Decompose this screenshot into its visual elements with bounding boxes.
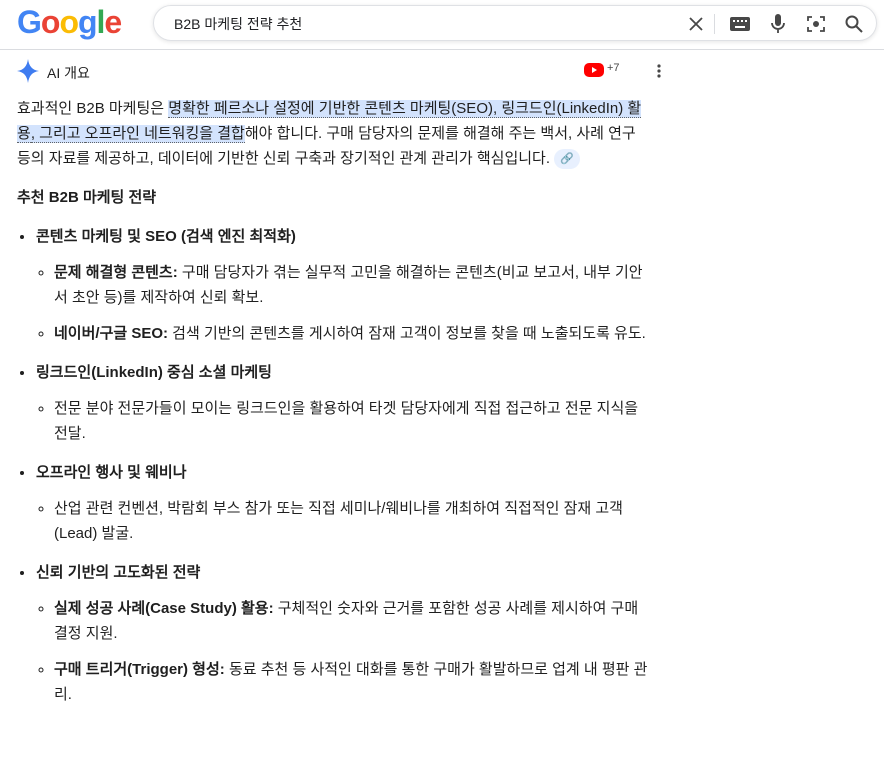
lens-icon[interactable]	[804, 12, 828, 36]
logo-letter: o	[40, 4, 61, 40]
sources-count[interactable]: +7	[607, 62, 620, 74]
microphone-icon[interactable]	[766, 12, 790, 36]
item-label: 실제 성공 사례(Case Study) 활용:	[54, 600, 274, 617]
google-logo[interactable]: Google	[17, 4, 122, 41]
search-input[interactable]	[174, 13, 674, 35]
strategy-title: 링크드인(LinkedIn) 중심 소셜 마케팅	[36, 364, 272, 381]
ai-overview-title: AI 개요	[47, 65, 90, 81]
section-heading: 추천 B2B 마케팅 전략	[17, 189, 157, 206]
strategy-item: 링크드인(LinkedIn) 중심 소셜 마케팅 전문 분야 전문가들이 모이는…	[35, 360, 653, 446]
item-text: 검색 기반의 콘텐츠를 게시하여 잠재 고객이 정보를 찾을 때 노출되도록 유…	[168, 325, 646, 342]
logo-letter: o	[59, 4, 79, 40]
list-item: 구매 트리거(Trigger) 형성: 동료 추천 등 사적인 대화를 통한 구…	[54, 657, 653, 707]
ai-overview-header: AI 개요 +7	[17, 58, 667, 84]
strategy-title: 오프라인 행사 및 웨비나	[36, 464, 187, 481]
header: Google	[0, 0, 884, 50]
keyboard-icon[interactable]	[728, 12, 752, 36]
ai-overview-content: 효과적인 B2B 마케팅은 명확한 페르소나 설정에 기반한 콘텐츠 마케팅(S…	[17, 96, 653, 707]
strategy-title: 신뢰 기반의 고도화된 전략	[36, 564, 201, 581]
list-item: 전문 분야 전문가들이 모이는 링크드인을 활용하여 타겟 담당자에게 직접 접…	[54, 396, 653, 446]
list-item: 실제 성공 사례(Case Study) 활용: 구체적인 숫자와 근거를 포함…	[54, 596, 653, 646]
strategy-item: 오프라인 행사 및 웨비나 산업 관련 컨벤션, 박람회 부스 참가 또는 직접…	[35, 460, 653, 546]
logo-letter: e	[104, 4, 122, 40]
strategy-item: 신뢰 기반의 고도화된 전략 실제 성공 사례(Case Study) 활용: …	[35, 560, 653, 707]
divider	[714, 14, 715, 34]
highlight[interactable]: 명확한 페르소나 설정에 기반한	[168, 100, 365, 118]
summary-text: 효과적인 B2B 마케팅은	[17, 100, 169, 117]
list-item: 산업 관련 컨벤션, 박람회 부스 참가 또는 직접 세미나/웨비나를 개최하여…	[54, 496, 653, 546]
gemini-sparkle-icon	[17, 59, 39, 83]
item-label: 문제 해결형 콘텐츠:	[54, 264, 178, 281]
search-icon[interactable]	[842, 12, 866, 36]
strategy-item: 콘텐츠 마케팅 및 SEO (검색 엔진 최적화) 문제 해결형 콘텐츠: 구매…	[35, 224, 653, 346]
item-label: 네이버/구글 SEO:	[54, 325, 169, 342]
summary-paragraph: 효과적인 B2B 마케팅은 명확한 페르소나 설정에 기반한 콘텐츠 마케팅(S…	[17, 96, 653, 171]
highlight[interactable]: , 그리고	[30, 125, 85, 143]
more-options-icon[interactable]	[653, 60, 665, 82]
search-box	[153, 5, 877, 41]
item-text: 산업 관련 컨벤션, 박람회 부스 참가 또는 직접 세미나/웨비나를 개최하여…	[54, 500, 623, 542]
source-youtube-icon[interactable]	[584, 62, 604, 78]
logo-letter: g	[77, 4, 98, 40]
list-item: 문제 해결형 콘텐츠: 구매 담당자가 겪는 실무적 고민을 해결하는 콘텐츠(…	[54, 260, 653, 310]
item-text: 전문 분야 전문가들이 모이는 링크드인을 활용하여 타겟 담당자에게 직접 접…	[54, 400, 639, 442]
link-icon[interactable]: 🔗	[554, 149, 581, 170]
list-item: 네이버/구글 SEO: 검색 기반의 콘텐츠를 게시하여 잠재 고객이 정보를 …	[54, 321, 653, 346]
highlight[interactable]: 오프라인 네트워킹을 결합	[84, 125, 245, 143]
logo-letter: G	[17, 4, 42, 40]
strategy-title: 콘텐츠 마케팅 및 SEO (검색 엔진 최적화)	[36, 228, 296, 245]
clear-icon[interactable]	[684, 12, 708, 36]
strategy-list: 콘텐츠 마케팅 및 SEO (검색 엔진 최적화) 문제 해결형 콘텐츠: 구매…	[35, 224, 653, 707]
item-label: 구매 트리거(Trigger) 형성:	[54, 661, 225, 678]
